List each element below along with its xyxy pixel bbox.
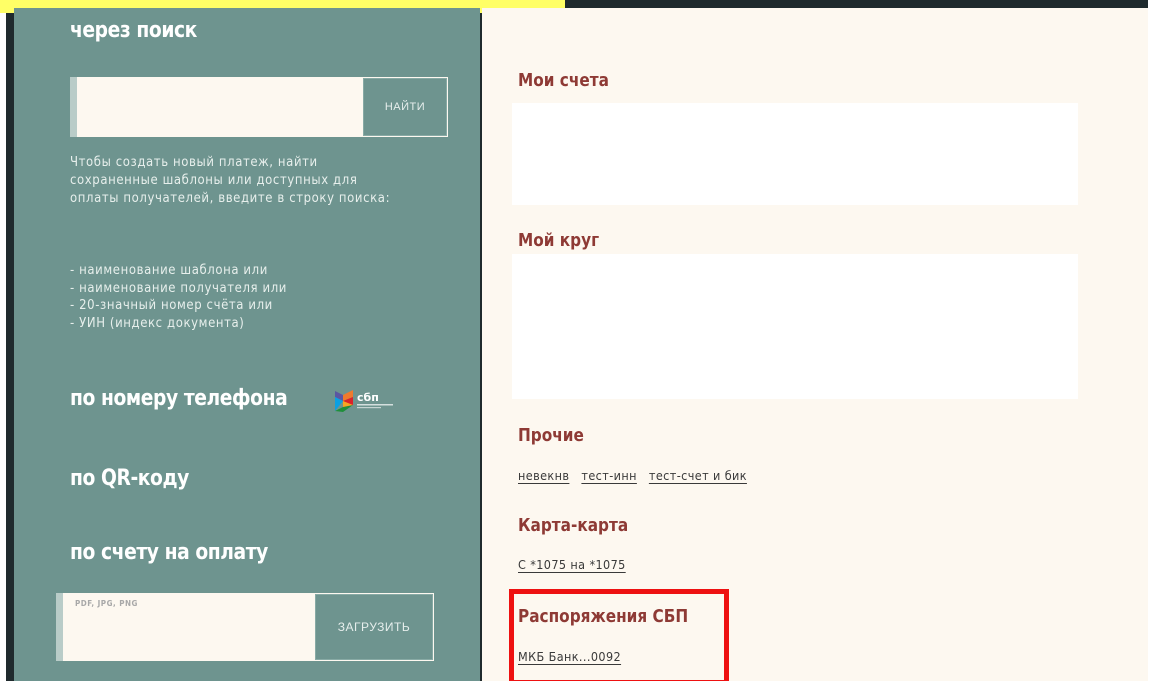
payment-methods-panel: через поиск НАЙТИ Чтобы создать новый пл… (14, 8, 480, 681)
other-title: Прочие (518, 425, 584, 446)
card-to-card-title: Карта-карта (518, 515, 629, 536)
window-right-edge (1148, 0, 1165, 681)
search-button[interactable]: НАЙТИ (363, 78, 447, 136)
card-to-card-links: С *1075 на *1075 (518, 557, 626, 572)
my-circle-list (512, 254, 1078, 399)
search-help-list: - наименование шаблона или - наименовани… (70, 262, 390, 332)
help-item: - наименование получателя или (70, 280, 287, 296)
sbp-orders-highlight-box (509, 589, 729, 681)
search-section-title: через поиск (70, 18, 197, 43)
help-item: - наименование шаблона или (70, 263, 268, 278)
upload-placeholder: PDF, JPG, PNG (75, 599, 138, 608)
window-left-edge (0, 0, 6, 681)
template-link[interactable]: невекнв (518, 468, 569, 483)
sbp-logo-icon: сбп (335, 390, 393, 412)
search-help-text: Чтобы создать новый платеж, найти сохран… (70, 155, 391, 206)
template-link[interactable]: тест-инн (581, 468, 636, 483)
upload-button[interactable]: ЗАГРУЗИТЬ (315, 594, 433, 660)
templates-panel: Мои счета Мой круг Прочие невекнв тест-и… (482, 8, 1148, 681)
invoice-section-title: по счету на оплату (70, 540, 268, 565)
my-accounts-title: Мои счета (518, 70, 609, 91)
help-item: - УИН (индекс документа) (70, 315, 245, 331)
my-accounts-list (512, 103, 1078, 205)
qr-section-title[interactable]: по QR-коду (70, 466, 189, 491)
phone-section-title[interactable]: по номеру телефона (70, 386, 288, 411)
help-item: - 20-значный номер счёта или (70, 298, 273, 313)
sbp-logo-text: сбп (357, 391, 379, 404)
my-circle-title: Мой круг (518, 230, 600, 251)
other-links: невекнв тест-инн тест-счет и бик (518, 468, 747, 483)
template-link[interactable]: тест-счет и бик (649, 468, 747, 483)
template-link[interactable]: С *1075 на *1075 (518, 557, 626, 572)
